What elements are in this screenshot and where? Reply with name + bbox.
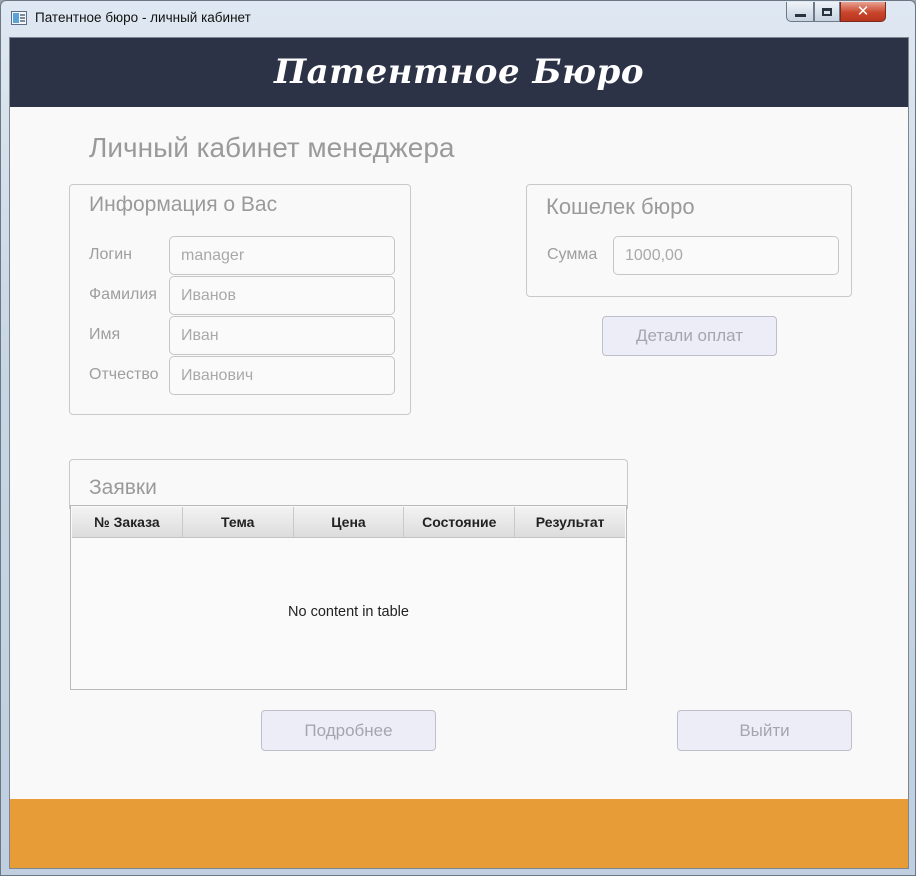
- table-header: № Заказа Тема Цена Состояние Результат: [72, 507, 625, 538]
- sum-field[interactable]: [613, 236, 839, 275]
- close-button[interactable]: ✕: [840, 2, 886, 22]
- login-field[interactable]: [169, 236, 395, 275]
- first-name-label: Имя: [89, 326, 121, 343]
- logout-button[interactable]: Выйти: [677, 710, 852, 751]
- window-title: Патентное бюро - личный кабинет: [35, 10, 251, 25]
- patronymic-label: Отчество: [89, 366, 159, 383]
- last-name-label: Фамилия: [89, 286, 157, 303]
- last-name-field[interactable]: [169, 276, 395, 315]
- column-header-status[interactable]: Состояние: [404, 507, 516, 537]
- wallet-panel-title: Кошелек бюро: [546, 194, 695, 219]
- orders-panel-title: Заявки: [89, 476, 157, 499]
- payment-details-button[interactable]: Детали оплат: [602, 316, 777, 356]
- table-empty-message: No content in table: [288, 604, 409, 620]
- sum-label: Сумма: [547, 246, 598, 263]
- title-bar[interactable]: Патентное бюро - личный кабинет ✕: [1, 1, 915, 37]
- column-header-price[interactable]: Цена: [294, 507, 405, 537]
- client-area: Патентное Бюро Личный кабинет менеджера …: [9, 37, 909, 869]
- maximize-icon: [822, 7, 832, 16]
- close-icon: ✕: [856, 2, 870, 20]
- column-header-order-number[interactable]: № Заказа: [72, 507, 183, 537]
- login-label: Логин: [89, 246, 133, 263]
- maximize-button[interactable]: [814, 2, 840, 22]
- brand-logo-text: Патентное Бюро: [273, 51, 644, 92]
- app-window-icon: [11, 11, 27, 25]
- first-name-field[interactable]: [169, 316, 395, 355]
- app-window: Патентное бюро - личный кабинет ✕ Патент…: [0, 0, 916, 876]
- header-bar: Патентное Бюро: [10, 38, 908, 107]
- orders-table[interactable]: № Заказа Тема Цена Состояние Результат N…: [70, 505, 627, 690]
- column-header-topic[interactable]: Тема: [183, 507, 294, 537]
- patronymic-field[interactable]: [169, 356, 395, 395]
- minimize-icon: [794, 14, 806, 17]
- more-details-button[interactable]: Подробнее: [261, 710, 436, 751]
- column-header-result[interactable]: Результат: [515, 507, 625, 537]
- info-panel-title: Информация о Вас: [89, 193, 278, 216]
- page-title: Личный кабинет менеджера: [89, 132, 455, 163]
- footer-bar: [10, 799, 908, 868]
- minimize-button[interactable]: [786, 2, 814, 22]
